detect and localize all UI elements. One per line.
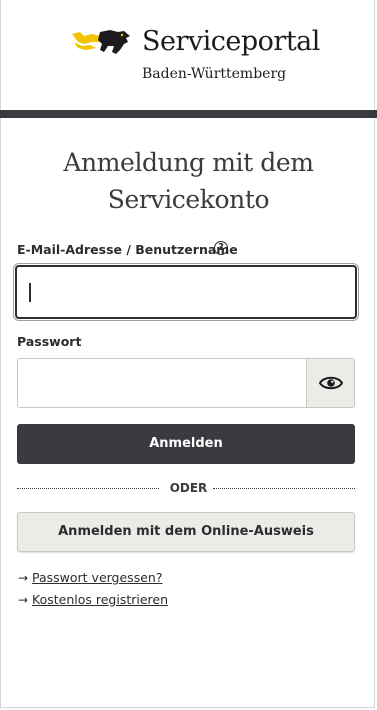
forgot-password-link[interactable]: → Passwort vergessen? [18,570,162,585]
eye-icon [319,376,343,390]
help-icon-glyph: ? [218,242,224,253]
arrow-right-icon: → [18,571,29,585]
email-label: E-Mail-Adresse / Benutzername [17,242,238,257]
register-link[interactable]: → Kostenlos registrieren [18,592,168,607]
page-title-text: Anmeldung mit dem Servicekonto [63,148,314,214]
password-group [17,358,355,408]
password-field[interactable] [18,359,306,407]
site-header: Serviceportal Baden-Württemberg [0,0,377,110]
or-separator-text: ODER [169,481,208,495]
login-button[interactable]: Anmelden [17,424,355,464]
online-id-login-button[interactable]: Anmelden mit dem Online-Ausweis [17,512,355,552]
forgot-password-label[interactable]: Passwort vergessen? [32,570,162,585]
help-icon[interactable]: ? [214,241,228,255]
email-field[interactable] [15,265,357,319]
portal-subtitle: Baden-Württemberg [142,66,287,82]
baden-wuerttemberg-lions-logo[interactable] [70,28,132,56]
text-caret [29,283,31,302]
header-accent-bar [0,110,377,118]
password-label: Passwort [17,334,82,349]
page-title: Anmeldung mit dem Servicekonto [0,144,377,218]
or-separator: ODER [0,481,377,495]
arrow-right-icon: → [18,593,29,607]
register-label[interactable]: Kostenlos registrieren [32,592,168,607]
show-password-button[interactable] [306,359,354,407]
portal-title: Serviceportal [142,26,320,57]
